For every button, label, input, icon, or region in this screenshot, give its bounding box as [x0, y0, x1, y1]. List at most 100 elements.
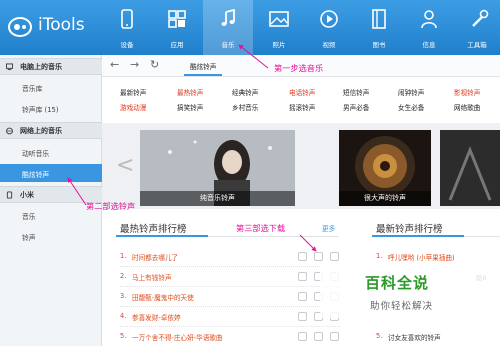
banner-caption: 很大声的铃声 — [339, 191, 431, 206]
carousel-prev-icon[interactable]: < — [116, 153, 134, 178]
sidebar-item-device-ringtones[interactable]: 铃声 — [0, 227, 102, 245]
category-link[interactable]: 最热铃声 — [177, 87, 203, 97]
category-link[interactable]: 搞笑铃声 — [177, 102, 203, 112]
ringtone-name[interactable]: 呼儿嘿哟 (小苹果插曲) — [388, 252, 455, 262]
nav-info[interactable]: 信息 — [404, 0, 454, 55]
download-button[interactable] — [314, 252, 323, 261]
hot-rank-accent — [116, 235, 208, 237]
ringtone-name[interactable]: 马上有钱铃声 — [132, 272, 172, 282]
send-to-device-button[interactable] — [330, 332, 339, 341]
sidebar-section-title: 电脑上的音乐 — [20, 63, 62, 71]
sidebar-item-ringtone-library[interactable]: 铃声库 (15) — [0, 99, 102, 117]
refresh-icon[interactable]: ↻ — [150, 59, 162, 71]
category-link[interactable]: 网络歌曲 — [454, 102, 480, 112]
nav-label: 信息 — [422, 41, 436, 49]
sidebar-item-label: 音乐 — [22, 213, 36, 221]
nav-photos[interactable]: 照片 — [254, 0, 304, 55]
nav-label: 图书 — [372, 41, 386, 49]
tab-cool-ringtones[interactable]: 酷炫铃声 — [190, 61, 216, 71]
sidebar-item-online-music[interactable]: 动听音乐 — [0, 143, 102, 161]
nav-label: 视频 — [322, 41, 336, 49]
sidebar-section-title: 小米 — [20, 191, 34, 199]
sidebar-item-music-library[interactable]: 音乐库 — [0, 78, 102, 96]
play-button[interactable] — [298, 292, 307, 301]
nav-label: 工具箱 — [467, 41, 487, 49]
top-bar: iTools 设备 应用 音乐 照片 视频 图书 信息 工具箱 — [0, 0, 500, 55]
app-title: iTools — [38, 15, 85, 35]
banner-card-loud[interactable]: 很大声的铃声 — [339, 130, 431, 206]
category-link[interactable]: 短信铃声 — [343, 87, 369, 97]
sidebar-item-label: 酷炫铃声 — [22, 171, 50, 179]
category-link[interactable]: 最新铃声 — [120, 87, 146, 97]
nav-label: 照片 — [272, 41, 286, 49]
rank-number: 5. — [120, 332, 127, 340]
table-row[interactable]: 1. 时间都去哪儿了 — [120, 247, 340, 267]
table-row[interactable]: 4. 参喜发财-卓依婷 — [120, 307, 340, 327]
tab-underline — [184, 74, 222, 76]
banner-card-next[interactable] — [440, 130, 500, 206]
play-button[interactable] — [298, 312, 307, 321]
table-row[interactable]: 2. 马上有钱铃声 — [120, 267, 340, 287]
nav-label: 应用 — [170, 41, 184, 49]
back-arrow-icon[interactable]: ← — [110, 59, 122, 71]
table-row[interactable]: 5. 讨女友喜欢的铃声 — [376, 327, 500, 346]
category-link[interactable]: 乡村音乐 — [232, 102, 258, 112]
category-link[interactable]: 闹钟铃声 — [398, 87, 424, 97]
nav-music[interactable]: 音乐 — [203, 0, 253, 55]
play-button[interactable] — [298, 272, 307, 281]
apps-icon — [168, 10, 186, 28]
banner-card-pure-music[interactable]: 纯音乐铃声 — [140, 130, 295, 206]
nav-toolbox[interactable]: 工具箱 — [454, 0, 500, 55]
category-link[interactable]: 电话铃声 — [289, 87, 315, 97]
category-link[interactable]: 游戏动漫 — [120, 102, 146, 112]
ringtone-name[interactable]: 一万个舍不得-庄心妍-华语歌曲 — [132, 332, 222, 342]
globe-icon — [6, 127, 13, 135]
category-link[interactable]: 经典铃声 — [232, 87, 258, 97]
new-rank-title: 最新铃声排行榜 — [376, 224, 443, 235]
sidebar-section-title: 网络上的音乐 — [20, 127, 62, 135]
music-icon — [221, 9, 235, 26]
category-link[interactable]: 影视铃声 — [454, 87, 480, 97]
nav-apps[interactable]: 应用 — [152, 0, 202, 55]
ringtone-name[interactable]: 参喜发财-卓依婷 — [132, 312, 181, 322]
rank-number: 3. — [120, 292, 127, 300]
sidebar-item-label: 音乐库 — [22, 85, 43, 93]
sidebar-item-cool-ringtones[interactable]: 酷炫铃声 — [0, 164, 102, 182]
category-link[interactable]: 摇滚铃声 — [289, 102, 315, 112]
book-icon — [372, 9, 386, 29]
play-button[interactable] — [298, 252, 307, 261]
sidebar-item-label: 铃声 — [22, 234, 36, 242]
send-to-device-button[interactable] — [330, 252, 339, 261]
rank-number: 4. — [120, 312, 127, 320]
sidebar-section-online-music[interactable]: 网络上的音乐 — [0, 122, 102, 139]
nav-device[interactable]: 设备 — [102, 0, 152, 55]
nav-video[interactable]: 视频 — [304, 0, 354, 55]
sidebar-item-label: 动听音乐 — [22, 150, 50, 158]
banner-carousel: < 纯音乐铃声 很大声的铃声 — [102, 123, 500, 209]
annotation-step1: 第一步选音乐 — [274, 63, 324, 73]
nav-label: 音乐 — [221, 41, 235, 49]
forward-arrow-icon[interactable]: → — [130, 59, 142, 71]
rank-number: 1. — [120, 252, 127, 260]
download-button[interactable] — [314, 332, 323, 341]
more-link[interactable]: 更多 — [322, 223, 335, 233]
ringtone-name[interactable]: 田馥甄-魔鬼中的天使 — [132, 292, 194, 302]
sidebar-section-computer-music[interactable]: 电脑上的音乐 — [0, 58, 102, 75]
ringtone-name[interactable]: 讨女友喜欢的铃声 — [388, 332, 441, 342]
logo: iTools — [8, 13, 108, 43]
table-row[interactable]: 5. 一万个舍不得-庄心妍-华语歌曲 — [120, 327, 340, 346]
watermark-title: 百科全说 — [365, 274, 430, 292]
rank-number: 2. — [120, 272, 127, 280]
table-row[interactable]: 3. 田馥甄-魔鬼中的天使 — [120, 287, 340, 307]
category-link[interactable]: 男声必备 — [343, 102, 369, 112]
tools-icon — [472, 9, 489, 27]
banner-image-dark — [440, 130, 500, 206]
sidebar-item-label: 铃声库 (15) — [22, 106, 59, 114]
play-button[interactable] — [298, 332, 307, 341]
phone-icon — [6, 191, 13, 199]
category-link[interactable]: 女生必备 — [398, 102, 424, 112]
ringtone-name[interactable]: 时间都去哪儿了 — [132, 252, 178, 262]
photo-icon — [269, 11, 289, 27]
nav-books[interactable]: 图书 — [354, 0, 404, 55]
watermark-subtitle: 助你轻松解决 — [370, 301, 434, 312]
